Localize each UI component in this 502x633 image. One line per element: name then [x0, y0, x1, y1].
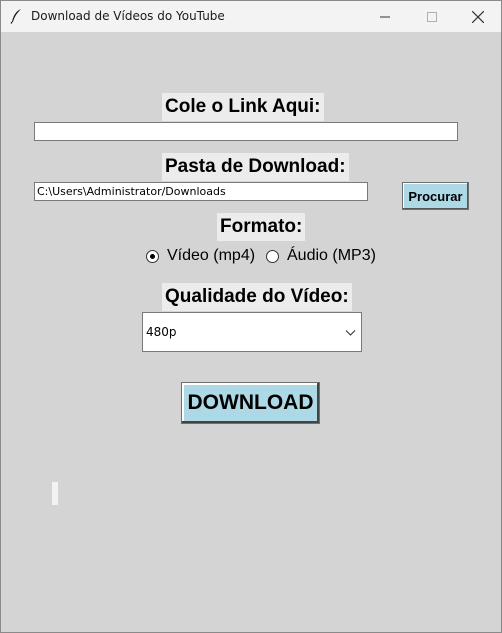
- minimize-icon: [380, 16, 390, 17]
- download-button[interactable]: DOWNLOAD: [181, 382, 320, 424]
- close-button[interactable]: [455, 1, 501, 32]
- window-title: Download de Vídeos do YouTube: [31, 9, 225, 23]
- quality-selected-value: 480p: [146, 325, 177, 339]
- radio-audio-mp3[interactable]: Áudio (MP3): [266, 245, 376, 267]
- format-label: Formato:: [217, 213, 306, 241]
- title-bar[interactable]: Download de Vídeos do YouTube: [1, 1, 501, 32]
- link-label: Cole o Link Aqui:: [162, 93, 324, 121]
- chevron-down-icon: [345, 330, 356, 336]
- app-window: Download de Vídeos do YouTube Cole o Lin…: [0, 0, 502, 633]
- radio-selected-icon: [146, 249, 159, 263]
- maximize-button[interactable]: [409, 1, 455, 32]
- radio-unselected-icon: [266, 249, 279, 263]
- folder-label: Pasta de Download:: [162, 153, 349, 181]
- minimize-button[interactable]: [362, 1, 408, 32]
- radio-video-label: Vídeo (mp4): [167, 247, 256, 264]
- maximize-icon: [427, 11, 437, 22]
- quality-label: Qualidade do Vídeo:: [162, 283, 352, 311]
- radio-audio-label: Áudio (MP3): [287, 247, 376, 264]
- progress-bar: [52, 482, 58, 505]
- radio-video-mp4[interactable]: Vídeo (mp4): [146, 245, 255, 267]
- link-input[interactable]: [34, 122, 458, 141]
- folder-input[interactable]: C:\Users\Administrator/Downloads: [34, 182, 368, 201]
- close-icon: [472, 10, 484, 23]
- browse-button[interactable]: Procurar: [402, 182, 469, 210]
- quality-dropdown[interactable]: 480p: [142, 312, 362, 352]
- feather-icon: [10, 9, 21, 24]
